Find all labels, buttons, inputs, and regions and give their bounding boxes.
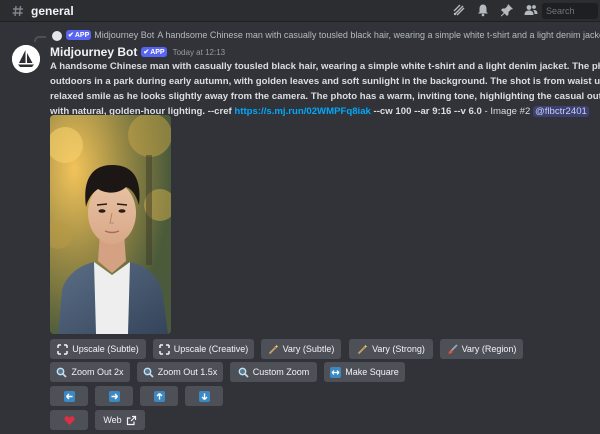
- message-content: A handsome Chinese man with casually tou…: [50, 59, 600, 119]
- message-line: relaxed smile as he looks slightly away …: [50, 91, 600, 102]
- favorite-button[interactable]: [50, 410, 88, 430]
- threads-icon[interactable]: [452, 3, 466, 17]
- magic-wand-icon: [357, 344, 368, 355]
- message-header: Midjourney Bot ✔ APP Today at 12:13: [50, 45, 225, 59]
- image-number: - Image #2: [481, 106, 533, 117]
- generated-image[interactable]: [50, 115, 171, 334]
- magnifier-icon: [238, 367, 249, 378]
- vary-subtle-button[interactable]: Vary (Subtle): [261, 339, 341, 359]
- vary-region-button[interactable]: Vary (Region): [440, 339, 523, 359]
- arrow-left-icon: [63, 390, 75, 402]
- hash-icon: [12, 5, 23, 16]
- user-mention[interactable]: @flbctr2401: [533, 106, 589, 117]
- author-name[interactable]: Midjourney Bot: [50, 45, 137, 59]
- arrow-right-icon: [108, 390, 120, 402]
- reply-spine: [34, 36, 46, 42]
- reply-avatar: [52, 31, 62, 41]
- search-input[interactable]: [542, 3, 598, 19]
- magnifier-icon: [143, 367, 154, 378]
- expand-arrows-icon: [57, 343, 68, 355]
- arrow-up-icon: [153, 390, 165, 402]
- upscale-subtle-button[interactable]: Upscale (Subtle): [50, 339, 146, 359]
- timestamp: Today at 12:13: [172, 47, 226, 57]
- bell-icon[interactable]: [476, 3, 490, 17]
- avatar[interactable]: [12, 45, 40, 73]
- magnifier-icon: [56, 367, 68, 378]
- magic-wand-icon: [268, 344, 279, 355]
- make-square-button[interactable]: Make Square: [324, 362, 405, 382]
- members-icon[interactable]: [524, 3, 538, 17]
- pan-left-button[interactable]: [50, 386, 88, 406]
- reply-app-badge: ✔ APP: [66, 30, 92, 40]
- custom-zoom-button[interactable]: Custom Zoom: [230, 362, 317, 382]
- pan-down-button[interactable]: [185, 386, 223, 406]
- pin-icon[interactable]: [500, 3, 514, 17]
- left-right-arrow-icon: [330, 366, 342, 378]
- prompt-params: --cw 100 --ar 9:16 --v 6.0: [370, 106, 482, 117]
- channel-name: general: [31, 3, 74, 18]
- check-icon: ✔: [68, 32, 74, 39]
- arrow-down-icon: [198, 390, 210, 402]
- zoom-out-2x-button[interactable]: Zoom Out 2x: [50, 362, 130, 382]
- zoom-out-1-5x-button[interactable]: Zoom Out 1.5x: [137, 362, 223, 382]
- cref-link[interactable]: https://s.mj.run/02WMPFq8iak: [234, 106, 370, 117]
- app-badge: ✔ APP: [141, 47, 167, 57]
- message-line: A handsome Chinese man with casually tou…: [50, 61, 600, 72]
- vary-strong-button[interactable]: Vary (Strong): [349, 339, 433, 359]
- external-link-icon: [126, 415, 137, 426]
- message-line: outdoors in a park during early autumn, …: [50, 76, 600, 87]
- upscale-creative-button[interactable]: Upscale (Creative): [153, 339, 254, 359]
- heart-icon: [64, 415, 75, 426]
- check-icon: ✔: [143, 49, 150, 56]
- channel-header: general: [0, 0, 600, 22]
- paintbrush-icon: [447, 343, 458, 355]
- reply-text[interactable]: A handsome Chinese man with casually tou…: [157, 30, 600, 40]
- sailboat-logo-icon: [12, 45, 40, 73]
- reply-reference[interactable]: ✔ APP Midjourney Bot A handsome Chinese m…: [30, 30, 600, 42]
- pan-right-button[interactable]: [95, 386, 133, 406]
- reply-author[interactable]: Midjourney Bot: [94, 30, 154, 40]
- expand-arrows-icon: [158, 343, 170, 355]
- web-link-button[interactable]: Web: [95, 410, 145, 430]
- pan-up-button[interactable]: [140, 386, 178, 406]
